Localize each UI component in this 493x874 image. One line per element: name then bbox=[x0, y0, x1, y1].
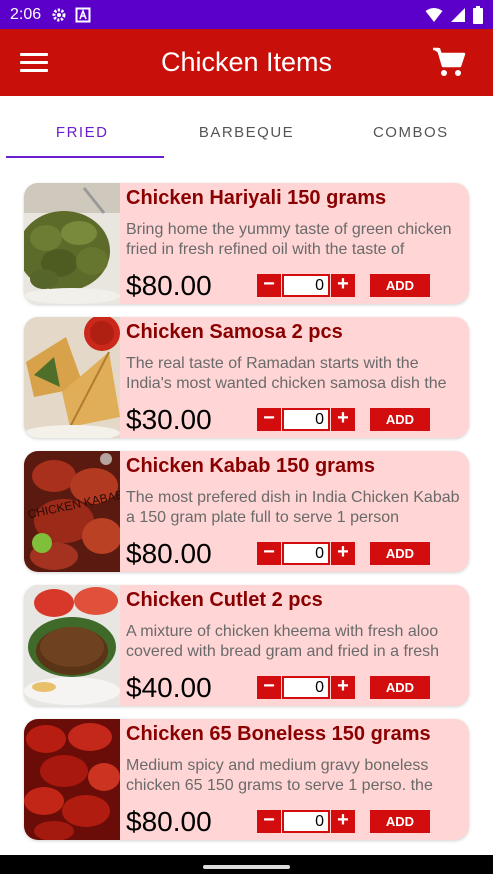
add-to-cart-button[interactable]: ADD bbox=[370, 274, 430, 297]
item-description: Medium spicy and medium gravy boneless c… bbox=[126, 757, 433, 794]
increment-button[interactable]: + bbox=[331, 408, 355, 431]
decrement-button[interactable]: − bbox=[257, 274, 281, 297]
item-price: $80.00 bbox=[126, 806, 212, 837]
list-item[interactable]: Chicken Hariyali 150 grams Bring home th… bbox=[24, 183, 469, 304]
battery-icon bbox=[473, 5, 483, 24]
list-item[interactable]: Chicken 65 Boneless 150 grams Medium spi… bbox=[24, 719, 469, 840]
quantity-stepper: − 0 + bbox=[257, 542, 355, 565]
item-image-samosa bbox=[24, 317, 120, 438]
wifi-icon bbox=[425, 7, 443, 22]
quantity-field[interactable]: 0 bbox=[282, 810, 330, 833]
item-list[interactable]: Chicken Hariyali 150 grams Bring home th… bbox=[0, 159, 493, 855]
quantity-field[interactable]: 0 bbox=[282, 274, 330, 297]
add-to-cart-button[interactable]: ADD bbox=[370, 810, 430, 833]
quantity-field[interactable]: 0 bbox=[282, 542, 330, 565]
quantity-stepper: − 0 + bbox=[257, 810, 355, 833]
category-tabs: FRIED BARBEQUE COMBOS bbox=[0, 96, 493, 159]
app-bar: Chicken Items bbox=[0, 29, 493, 96]
list-item[interactable]: Chicken Cutlet 2 pcs A mixture of chicke… bbox=[24, 585, 469, 706]
settings-gear-icon bbox=[52, 8, 66, 21]
add-to-cart-button[interactable]: ADD bbox=[370, 676, 430, 699]
quantity-stepper: − 0 + bbox=[257, 408, 355, 431]
item-description: Bring home the yummy taste of green chic… bbox=[126, 221, 452, 258]
item-description: The most prefered dish in India Chicken … bbox=[126, 489, 460, 526]
item-price: $40.00 bbox=[126, 672, 212, 703]
tab-barbeque[interactable]: BARBEQUE bbox=[164, 96, 328, 159]
tab-combos[interactable]: COMBOS bbox=[329, 96, 493, 159]
signal-icon bbox=[451, 7, 465, 22]
app-notification-icon bbox=[75, 7, 91, 22]
item-price: $80.00 bbox=[126, 538, 212, 569]
quantity-stepper: − 0 + bbox=[257, 274, 355, 297]
item-title: Chicken Hariyali 150 grams bbox=[126, 187, 387, 209]
tab-fried[interactable]: FRIED bbox=[0, 96, 165, 159]
add-to-cart-button[interactable]: ADD bbox=[370, 542, 430, 565]
add-to-cart-button[interactable]: ADD bbox=[370, 408, 430, 431]
decrement-button[interactable]: − bbox=[257, 676, 281, 699]
item-image-cutlet bbox=[24, 585, 120, 706]
decrement-button[interactable]: − bbox=[257, 542, 281, 565]
decrement-button[interactable]: − bbox=[257, 408, 281, 431]
status-bar: 2:06 bbox=[0, 0, 493, 29]
item-title: Chicken Kabab 150 grams bbox=[126, 455, 375, 477]
page-title: Chicken Items bbox=[160, 47, 333, 77]
item-description: The real taste of Ramadan starts with th… bbox=[126, 355, 447, 392]
increment-button[interactable]: + bbox=[331, 274, 355, 297]
system-nav-bar bbox=[0, 855, 493, 874]
shopping-cart-icon[interactable] bbox=[432, 46, 466, 78]
list-item[interactable]: CHICKEN KABAB Chicken Kabab 150 grams Th… bbox=[24, 451, 469, 572]
item-image-kabab: CHICKEN KABAB bbox=[24, 451, 120, 572]
status-time: 2:06 bbox=[10, 5, 42, 23]
quantity-field[interactable]: 0 bbox=[282, 408, 330, 431]
item-title: Chicken 65 Boneless 150 grams bbox=[126, 723, 431, 745]
item-title: Chicken Samosa 2 pcs bbox=[126, 321, 343, 343]
increment-button[interactable]: + bbox=[331, 676, 355, 699]
decrement-button[interactable]: − bbox=[257, 810, 281, 833]
item-image-hariyali bbox=[24, 183, 120, 304]
item-description: A mixture of chicken kheema with fresh a… bbox=[126, 623, 440, 660]
home-gesture-handle[interactable] bbox=[203, 865, 290, 869]
quantity-field[interactable]: 0 bbox=[282, 676, 330, 699]
item-image-chicken65 bbox=[24, 719, 120, 840]
item-title: Chicken Cutlet 2 pcs bbox=[126, 589, 323, 611]
increment-button[interactable]: + bbox=[331, 810, 355, 833]
list-item[interactable]: Chicken Samosa 2 pcs The real taste of R… bbox=[24, 317, 469, 438]
item-price: $80.00 bbox=[126, 270, 212, 301]
quantity-stepper: − 0 + bbox=[257, 676, 355, 699]
item-price: $30.00 bbox=[126, 404, 212, 435]
increment-button[interactable]: + bbox=[331, 542, 355, 565]
